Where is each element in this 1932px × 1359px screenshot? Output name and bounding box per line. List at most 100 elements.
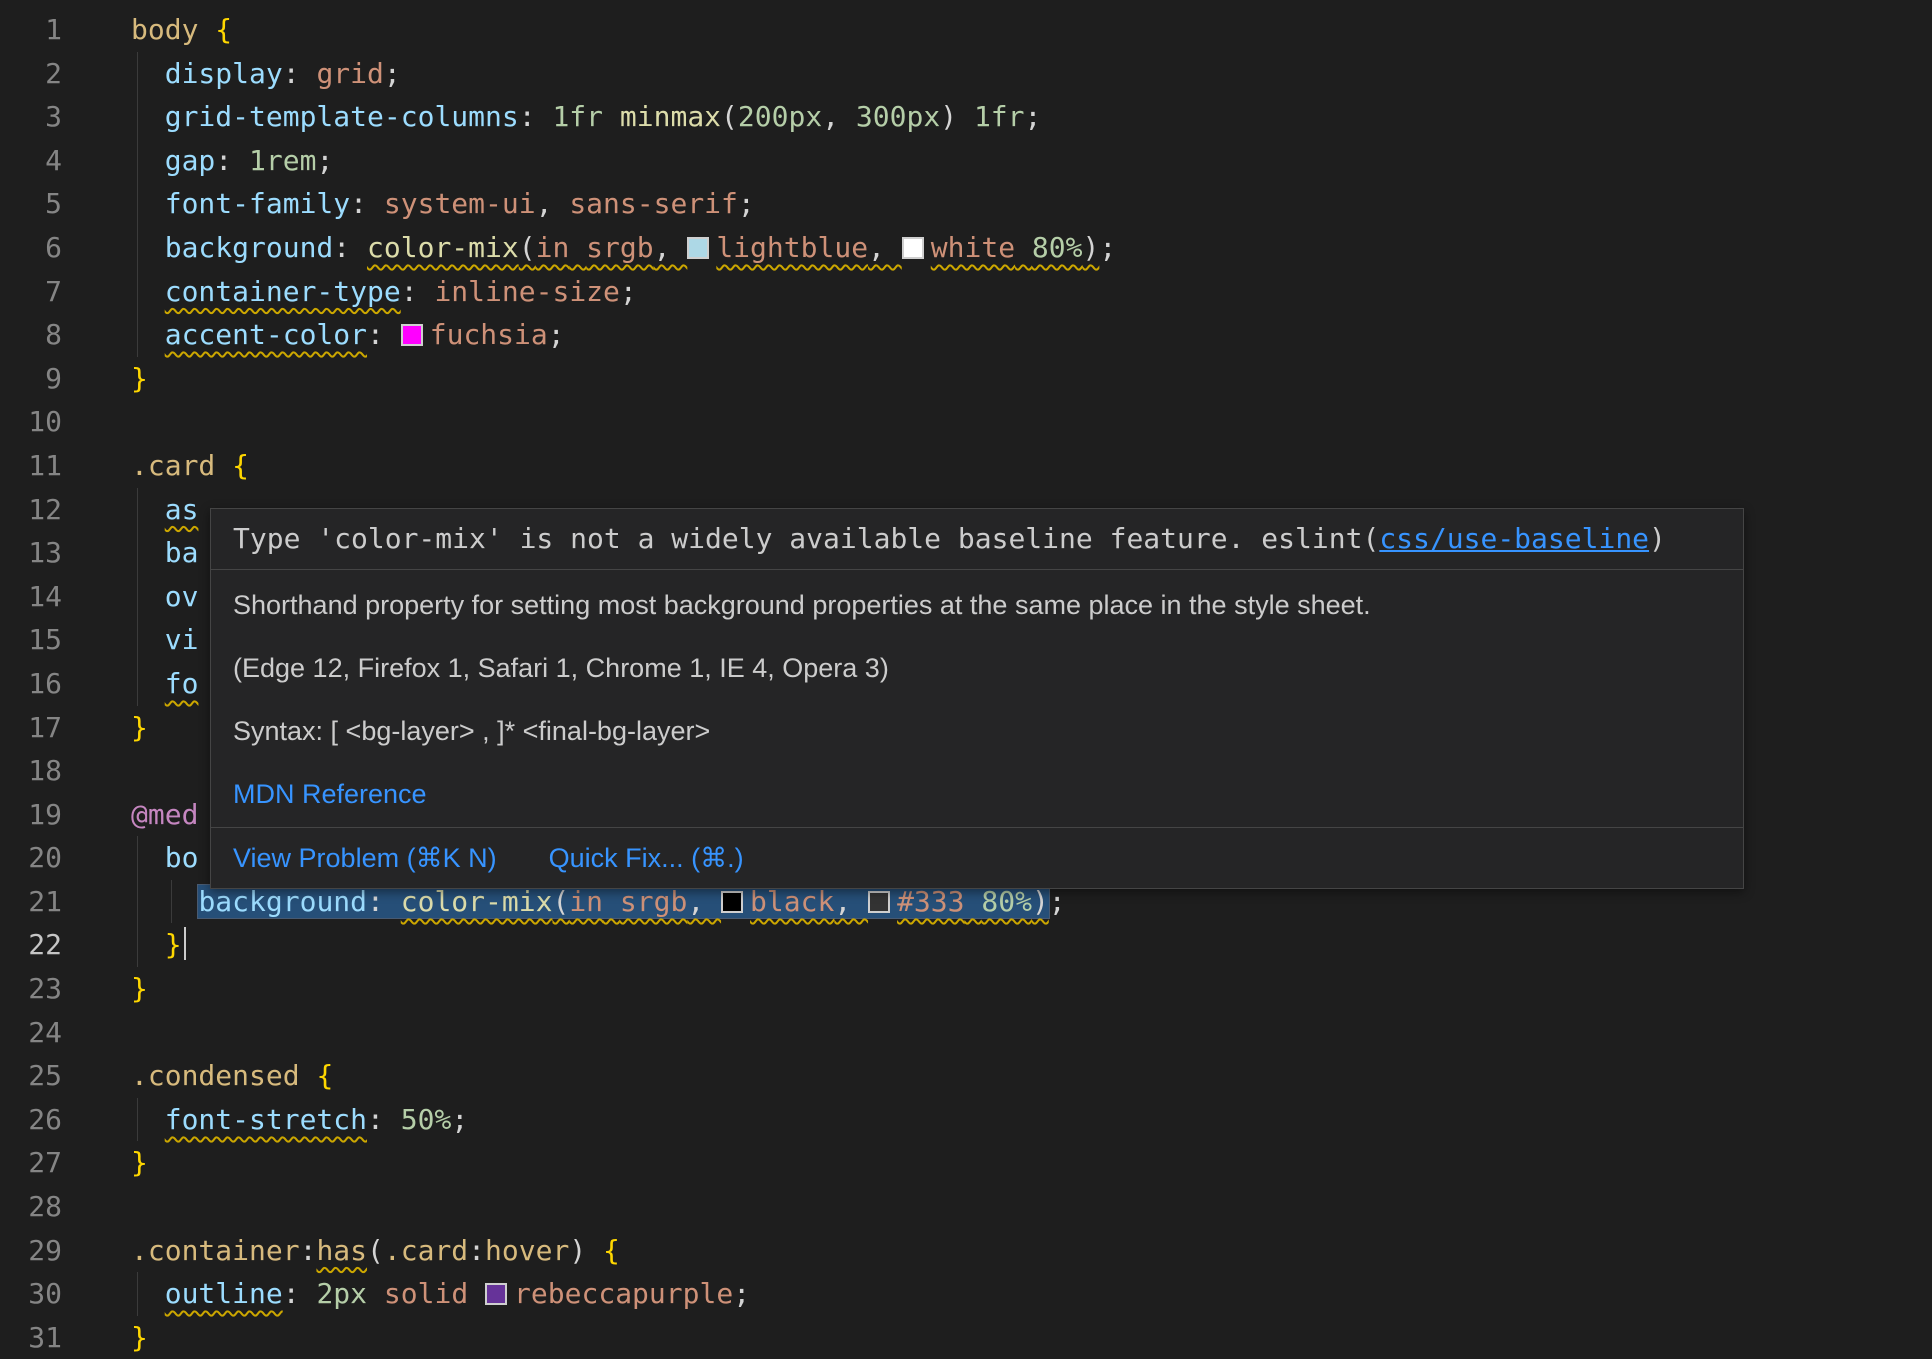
eslint-rule-link[interactable]: css/use-baseline — [1379, 522, 1649, 555]
code-line[interactable]: 31} — [0, 1316, 1932, 1359]
doc-summary: Shorthand property for setting most back… — [233, 588, 1721, 622]
line-number[interactable]: 28 — [0, 1185, 62, 1229]
line-number[interactable]: 22 — [0, 923, 62, 967]
view-problem-link[interactable]: View Problem (⌘K N) — [233, 841, 497, 875]
code-line[interactable]: 2 display: grid; — [0, 52, 1932, 96]
line-number[interactable]: 19 — [0, 793, 62, 837]
code-line[interactable]: 5 font-family: system-ui, sans-serif; — [0, 182, 1932, 226]
line-number[interactable]: 17 — [0, 706, 62, 750]
indent-guide — [137, 270, 138, 314]
line-number[interactable]: 1 — [0, 8, 62, 52]
code-line[interactable]: 27} — [0, 1141, 1932, 1185]
line-number[interactable]: 8 — [0, 313, 62, 357]
code-text: container-type: inline-size; — [131, 270, 637, 314]
code-token: gap — [165, 144, 216, 177]
line-number[interactable]: 15 — [0, 618, 62, 662]
code-text: accent-color: fuchsia; — [131, 313, 565, 357]
line-number[interactable]: 18 — [0, 749, 62, 793]
line-number[interactable]: 2 — [0, 52, 62, 96]
line-number[interactable]: 12 — [0, 488, 62, 532]
line-number[interactable]: 26 — [0, 1098, 62, 1142]
code-token: .condensed — [131, 1059, 300, 1092]
line-number[interactable]: 11 — [0, 444, 62, 488]
color-swatch[interactable] — [687, 237, 709, 259]
code-line[interactable]: 29.container:has(.card:hover) { — [0, 1229, 1932, 1273]
quick-fix-link[interactable]: Quick Fix... (⌘.) — [549, 841, 744, 875]
code-line[interactable]: 3 grid-template-columns: 1fr minmax(200p… — [0, 95, 1932, 139]
code-text: fo — [131, 662, 198, 706]
code-token: vi — [165, 623, 199, 656]
code-token: ) — [940, 100, 957, 133]
code-token: 80% — [981, 885, 1032, 918]
code-token: background — [165, 231, 334, 264]
code-token: ; — [316, 144, 333, 177]
line-number[interactable]: 10 — [0, 400, 62, 444]
line-number[interactable]: 21 — [0, 880, 62, 924]
code-line[interactable]: 8 accent-color: fuchsia; — [0, 313, 1932, 357]
line-number[interactable]: 4 — [0, 139, 62, 183]
code-line[interactable]: 24 — [0, 1011, 1932, 1055]
code-line[interactable]: 6 background: color-mix(in srgb, lightbl… — [0, 226, 1932, 270]
line-number[interactable]: 24 — [0, 1011, 62, 1055]
code-token: ( — [721, 100, 738, 133]
code-line[interactable]: 9} — [0, 357, 1932, 401]
line-number[interactable]: 30 — [0, 1272, 62, 1316]
line-number[interactable]: 27 — [0, 1141, 62, 1185]
line-number[interactable]: 16 — [0, 662, 62, 706]
code-token: 300px — [856, 100, 940, 133]
code-line[interactable]: 7 container-type: inline-size; — [0, 270, 1932, 314]
color-swatch[interactable] — [868, 891, 890, 913]
code-token: ) — [569, 1234, 586, 1267]
color-swatch[interactable] — [485, 1283, 507, 1305]
code-line[interactable]: 23} — [0, 967, 1932, 1011]
code-text: .card { — [131, 444, 249, 488]
line-number[interactable]: 23 — [0, 967, 62, 1011]
line-number[interactable]: 20 — [0, 836, 62, 880]
text-cursor — [184, 927, 186, 960]
line-number[interactable]: 7 — [0, 270, 62, 314]
code-token: .container — [131, 1234, 300, 1267]
indent-guide — [137, 618, 138, 662]
code-line[interactable]: 4 gap: 1rem; — [0, 139, 1932, 183]
indent-guide — [137, 880, 138, 924]
code-token: fuchsia — [430, 318, 548, 351]
code-text: font-family: system-ui, sans-serif; — [131, 182, 755, 226]
code-line[interactable]: 26 font-stretch: 50%; — [0, 1098, 1932, 1142]
line-number[interactable]: 14 — [0, 575, 62, 619]
mdn-reference-link[interactable]: MDN Reference — [233, 779, 427, 809]
color-swatch[interactable] — [902, 237, 924, 259]
code-token: , — [654, 231, 688, 264]
code-text: gap: 1rem; — [131, 139, 333, 183]
code-token: : — [367, 318, 401, 351]
code-text: } — [131, 706, 148, 750]
line-number[interactable]: 13 — [0, 531, 62, 575]
code-text: ov — [131, 575, 198, 619]
line-number[interactable]: 31 — [0, 1316, 62, 1359]
code-token: ) — [1032, 885, 1049, 918]
color-swatch[interactable] — [401, 324, 423, 346]
code-text: font-stretch: 50%; — [131, 1098, 468, 1142]
code-line[interactable]: 28 — [0, 1185, 1932, 1229]
code-line[interactable]: 25 .condensed { — [0, 1054, 1932, 1098]
color-swatch[interactable] — [721, 891, 743, 913]
code-token: ba — [165, 536, 199, 569]
code-line[interactable]: 22 } — [0, 923, 1932, 967]
code-line[interactable]: 11 .card { — [0, 444, 1932, 488]
line-number[interactable]: 9 — [0, 357, 62, 401]
code-token: } — [131, 1146, 148, 1179]
code-line[interactable]: 10 — [0, 400, 1932, 444]
code-text: } — [131, 1141, 148, 1185]
code-line[interactable]: 1body { — [0, 8, 1932, 52]
line-number[interactable]: 3 — [0, 95, 62, 139]
code-token: { — [316, 1059, 333, 1092]
line-number[interactable]: 29 — [0, 1229, 62, 1273]
code-line[interactable]: 30 outline: 2px solid rebeccapurple; — [0, 1272, 1932, 1316]
code-token: background — [198, 885, 367, 918]
code-token: 1fr — [974, 100, 1025, 133]
code-token: ( — [519, 231, 536, 264]
code-token: .card — [384, 1234, 468, 1267]
line-number[interactable]: 5 — [0, 182, 62, 226]
code-token — [131, 885, 198, 918]
line-number[interactable]: 25 — [0, 1054, 62, 1098]
line-number[interactable]: 6 — [0, 226, 62, 270]
